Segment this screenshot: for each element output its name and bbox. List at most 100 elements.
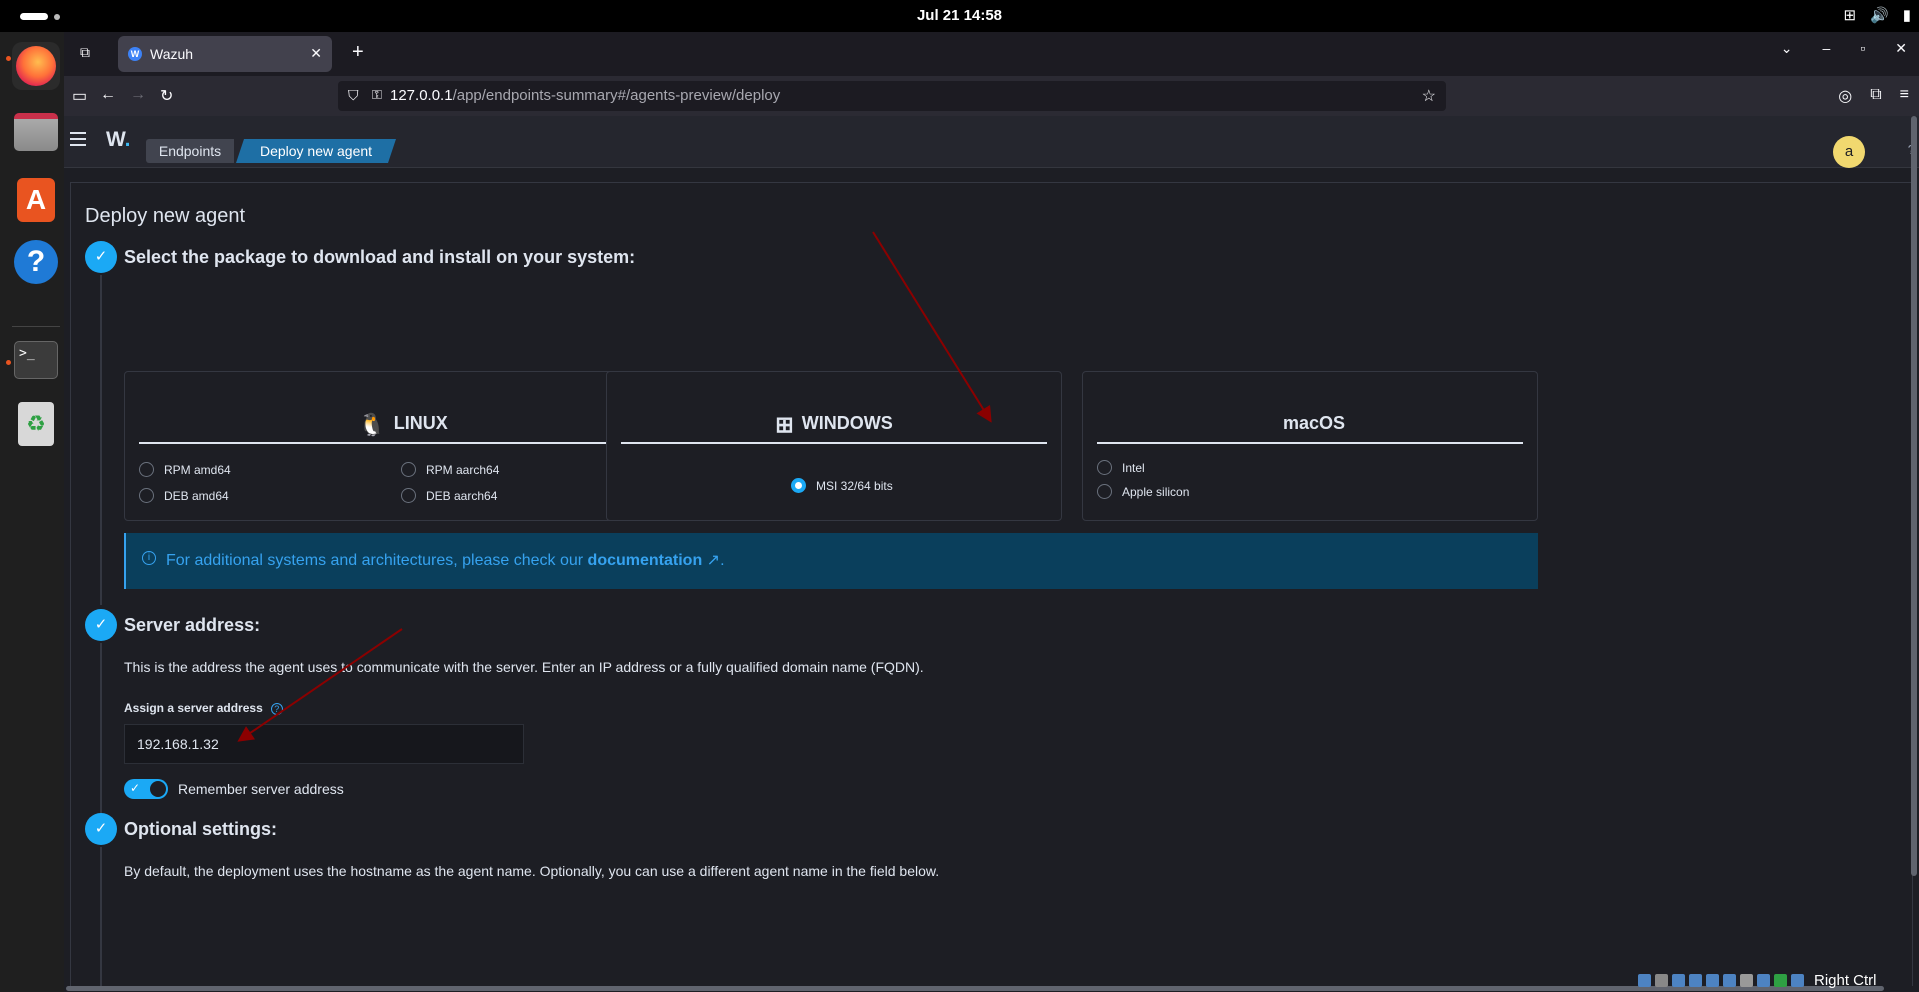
sidebar-toggle-icon[interactable]: ▭	[72, 86, 87, 106]
step-3-check-icon: ✓	[85, 813, 117, 845]
menu-icon[interactable]: ≡	[1900, 86, 1909, 106]
close-window-button[interactable]: ✕	[1895, 40, 1907, 57]
site-info-icon[interactable]: ⚿	[372, 87, 382, 103]
breadcrumb-deploy-new-agent: Deploy new agent	[236, 139, 396, 163]
tab-overflow-icon[interactable]: ⌄	[1781, 40, 1793, 57]
radio-circle[interactable]	[1097, 460, 1112, 475]
help-tooltip-icon[interactable]: ?	[270, 703, 283, 715]
info-icon: i	[142, 551, 156, 565]
radio-circle[interactable]	[139, 488, 154, 503]
files-launcher[interactable]	[12, 108, 60, 156]
linux-heading: 🐧 LINUX	[358, 412, 448, 437]
network-adapter-icon[interactable]	[1689, 973, 1702, 987]
dock: A ? >_ ♻	[0, 32, 64, 992]
bookmark-star-icon[interactable]: ☆	[1422, 86, 1436, 106]
new-tab-button[interactable]: +	[352, 41, 364, 64]
close-tab-icon[interactable]: ✕	[310, 45, 322, 62]
radio-circle[interactable]	[401, 462, 416, 477]
toggle-knob	[150, 781, 166, 797]
menu-hamburger-icon[interactable]	[70, 132, 86, 146]
callout-text: For additional systems and architectures…	[166, 552, 725, 569]
toolbar-right: ◎ ⧉ ≡	[1838, 86, 1909, 106]
recording-icon[interactable]	[1757, 973, 1770, 987]
system-top-bar: Jul 21 14:58 ⊞ 🔊 ▮	[0, 0, 1919, 32]
radio-rpm-amd64[interactable]: RPM amd64	[139, 462, 231, 477]
minimize-button[interactable]: –	[1823, 40, 1831, 57]
scrollbar-thumb[interactable]	[66, 986, 1884, 991]
url-text[interactable]: 127.0.0.1/app/endpoints-summary#/agents-…	[390, 87, 780, 104]
maximize-button[interactable]: ▫	[1860, 40, 1865, 57]
address-bar[interactable]: ⛉ ⚿ 127.0.0.1/app/endpoints-summary#/age…	[338, 81, 1446, 111]
radio-apple-silicon[interactable]: Apple silicon	[1097, 484, 1189, 499]
wazuh-logo[interactable]: W.	[106, 128, 131, 152]
check-icon: ✓	[130, 781, 141, 795]
battery-icon[interactable]: ▮	[1903, 6, 1911, 24]
reload-button[interactable]: ↻	[160, 86, 173, 106]
deploy-agent-panel: Deploy new agent ✓ Select the package to…	[70, 182, 1913, 992]
linux-underline	[139, 442, 667, 444]
external-link-icon[interactable]: ↗	[707, 552, 720, 569]
tab-list-icon[interactable]: ⧉	[80, 44, 100, 62]
remember-server-label: Remember server address	[178, 781, 344, 797]
step-2-check-icon: ✓	[85, 609, 117, 641]
radio-circle-selected[interactable]	[791, 478, 806, 493]
hdd-icon[interactable]	[1638, 973, 1651, 987]
browser-window: ⧉ W Wazuh ✕ + ⌄ – ▫ ✕ ▭ ← → ↻ ⛉ ⚿ 127.0.…	[64, 32, 1919, 992]
tab-wazuh[interactable]: W Wazuh ✕	[118, 36, 332, 72]
breadcrumb-endpoints[interactable]: Endpoints	[146, 139, 234, 163]
shared-folder-icon[interactable]	[1723, 973, 1736, 987]
remember-server-toggle[interactable]: ✓	[124, 779, 168, 799]
radio-deb-amd64[interactable]: DEB amd64	[139, 488, 229, 503]
terminal-launcher[interactable]: >_	[12, 336, 60, 384]
extensions-icon[interactable]: ⧉	[1870, 86, 1881, 106]
step-connector	[100, 275, 102, 605]
running-indicator	[6, 56, 11, 61]
wazuh-page: W. Endpoints Deploy new agent a ? Deploy…	[64, 116, 1919, 992]
optional-description: By default, the deployment uses the host…	[124, 863, 940, 879]
server-address-input[interactable]	[124, 724, 524, 764]
audio-icon[interactable]	[1672, 973, 1685, 987]
trash-launcher[interactable]: ♻	[12, 400, 60, 448]
tracking-protection-icon[interactable]: ⛉	[348, 87, 359, 104]
radio-circle[interactable]	[401, 488, 416, 503]
step-3-title: Optional settings:	[124, 819, 277, 839]
wazuh-favicon-icon: W	[128, 47, 142, 61]
server-description: This is the address the agent uses to co…	[124, 659, 924, 675]
app-center-launcher[interactable]: A	[12, 176, 60, 224]
firefox-launcher[interactable]	[12, 42, 60, 90]
macos-card: macOS Intel Apple silicon	[1082, 371, 1538, 521]
step-connector	[100, 643, 102, 813]
folder-icon	[14, 113, 58, 151]
host-key-label: Right Ctrl	[1814, 971, 1877, 989]
vertical-scrollbar[interactable]	[1911, 116, 1917, 876]
step-connector	[100, 847, 102, 992]
radio-circle[interactable]	[139, 462, 154, 477]
system-tray[interactable]: ⊞ 🔊 ▮	[1843, 6, 1911, 24]
windows-heading: ⊞ WINDOWS	[775, 412, 893, 437]
account-icon[interactable]: ◎	[1838, 86, 1852, 106]
clock[interactable]: Jul 21 14:58	[0, 7, 1919, 24]
forward-button[interactable]: →	[130, 86, 146, 104]
help-launcher[interactable]: ?	[12, 238, 60, 286]
radio-circle[interactable]	[1097, 484, 1112, 499]
documentation-link[interactable]: documentation	[588, 552, 703, 569]
info-callout: i For additional systems and architectur…	[124, 533, 1538, 589]
optical-drive-icon[interactable]	[1655, 973, 1668, 987]
user-avatar[interactable]: a	[1833, 136, 1865, 168]
display-icon[interactable]	[1740, 973, 1753, 987]
usb-icon[interactable]	[1706, 973, 1719, 987]
radio-rpm-aarch64[interactable]: RPM aarch64	[401, 462, 499, 477]
linux-card: 🐧 LINUX RPM amd64 RPM aarch64 DEB amd64 D…	[124, 371, 682, 521]
back-button[interactable]: ←	[100, 86, 116, 104]
logo-letter: W	[106, 128, 125, 151]
cpu-icon[interactable]	[1774, 973, 1787, 987]
radio-msi-32-64[interactable]: MSI 32/64 bits	[791, 478, 893, 493]
mouse-integration-icon[interactable]	[1791, 973, 1804, 987]
network-icon[interactable]: ⊞	[1843, 6, 1856, 24]
terminal-icon: >_	[14, 341, 58, 379]
macos-heading: macOS	[1282, 413, 1346, 433]
logo-dot: .	[124, 128, 131, 151]
volume-icon[interactable]: 🔊	[1870, 6, 1889, 24]
radio-deb-aarch64[interactable]: DEB aarch64	[401, 488, 497, 503]
radio-intel[interactable]: Intel	[1097, 460, 1145, 475]
